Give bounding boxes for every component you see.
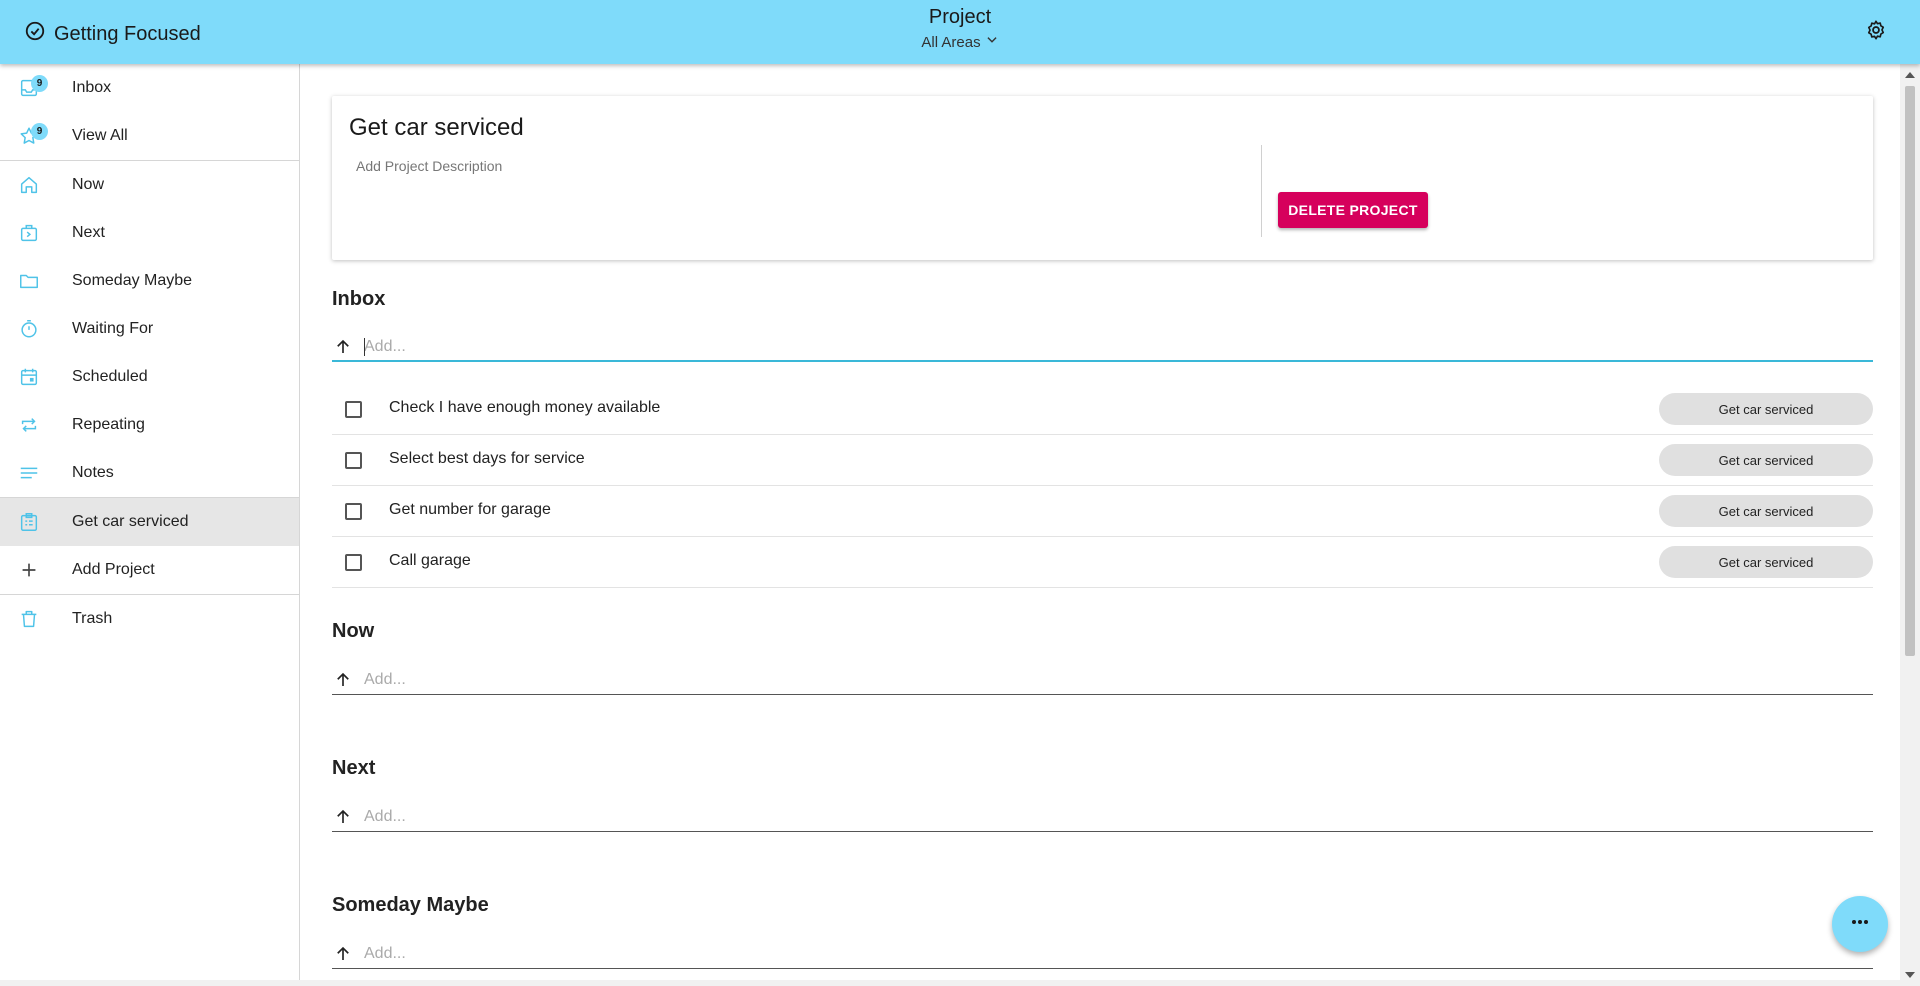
task-project-chip[interactable]: Get car serviced bbox=[1659, 393, 1873, 425]
sidebar-item-repeating[interactable]: Repeating bbox=[0, 401, 299, 449]
sidebar-item-inbox[interactable]: 9 Inbox bbox=[0, 64, 299, 112]
sidebar-item-label: Get car serviced bbox=[72, 513, 189, 530]
next-box-icon bbox=[18, 222, 40, 244]
task-checkbox[interactable] bbox=[345, 452, 362, 469]
arrow-up-icon[interactable] bbox=[334, 671, 352, 689]
settings-button[interactable] bbox=[1862, 18, 1890, 46]
sidebar-item-label: Notes bbox=[72, 464, 114, 481]
section-title-inbox: Inbox bbox=[332, 288, 386, 310]
sidebar-item-label: Now bbox=[72, 176, 105, 193]
view-all-count-badge: 9 bbox=[31, 123, 48, 140]
timer-icon bbox=[18, 318, 40, 340]
gear-icon bbox=[1865, 19, 1887, 46]
someday-add-row bbox=[332, 939, 1873, 969]
now-add-row bbox=[332, 665, 1873, 695]
sidebar-item-now[interactable]: Now bbox=[0, 161, 299, 209]
project-icon bbox=[18, 511, 40, 533]
arrow-up-icon[interactable] bbox=[334, 945, 352, 963]
task-checkbox[interactable] bbox=[345, 503, 362, 520]
sidebar-item-label: View All bbox=[72, 127, 128, 144]
text-caret bbox=[364, 338, 365, 356]
task-row: Get number for garage Get car serviced bbox=[332, 486, 1873, 537]
sidebar-item-view-all[interactable]: 9 View All bbox=[0, 112, 299, 160]
next-add-row bbox=[332, 802, 1873, 832]
sidebar-item-label: Scheduled bbox=[72, 368, 148, 385]
horizontal-scrollbar bbox=[0, 980, 1920, 986]
section-title-someday-maybe: Someday Maybe bbox=[332, 894, 489, 916]
sidebar-item-label: Someday Maybe bbox=[72, 272, 193, 289]
scroll-down-arrow-icon[interactable] bbox=[1905, 972, 1915, 978]
repeat-icon bbox=[18, 414, 40, 436]
sidebar-item-trash[interactable]: Trash bbox=[0, 595, 299, 643]
project-card: Get car serviced Add Project Description… bbox=[332, 96, 1873, 260]
more-actions-fab[interactable] bbox=[1832, 896, 1888, 952]
section-title-next: Next bbox=[332, 757, 376, 779]
sidebar-item-label: Add Project bbox=[72, 561, 155, 578]
sidebar-item-label: Next bbox=[72, 224, 105, 241]
sidebar-item-waiting-for[interactable]: Waiting For bbox=[0, 305, 299, 353]
project-name[interactable]: Get car serviced bbox=[349, 114, 524, 142]
arrow-up-icon[interactable] bbox=[334, 338, 352, 356]
inbox-count-badge: 9 bbox=[31, 75, 48, 92]
delete-project-button[interactable]: DELETE PROJECT bbox=[1278, 192, 1428, 228]
app-bar: Getting Focused Project All Areas bbox=[0, 0, 1920, 64]
area-filter-label: All Areas bbox=[921, 33, 981, 51]
chevron-down-icon bbox=[985, 33, 999, 51]
task-project-chip[interactable]: Get car serviced bbox=[1659, 444, 1873, 476]
task-text[interactable]: Select best days for service bbox=[389, 450, 585, 468]
arrow-up-icon[interactable] bbox=[334, 808, 352, 826]
title-block: Project All Areas bbox=[0, 6, 1920, 52]
task-project-chip[interactable]: Get car serviced bbox=[1659, 546, 1873, 578]
sidebar-item-label: Waiting For bbox=[72, 320, 154, 337]
scroll-up-arrow-icon[interactable] bbox=[1905, 72, 1915, 78]
sidebar-item-label: Trash bbox=[72, 610, 113, 627]
sidebar-item-next[interactable]: Next bbox=[0, 209, 299, 257]
task-text[interactable]: Call garage bbox=[389, 552, 471, 570]
inbox-add-row bbox=[332, 332, 1873, 362]
sidebar-item-notes[interactable]: Notes bbox=[0, 449, 299, 497]
home-icon bbox=[18, 174, 40, 196]
task-project-chip[interactable]: Get car serviced bbox=[1659, 495, 1873, 527]
trash-icon bbox=[18, 608, 40, 630]
sidebar-item-someday-maybe[interactable]: Someday Maybe bbox=[0, 257, 299, 305]
task-text[interactable]: Check I have enough money available bbox=[389, 399, 660, 417]
section-title-now: Now bbox=[332, 620, 375, 642]
inbox-add-input[interactable] bbox=[364, 336, 1844, 358]
scroll-thumb[interactable] bbox=[1905, 86, 1915, 656]
folder-icon bbox=[18, 270, 40, 292]
sidebar-item-add-project[interactable]: Add Project bbox=[0, 546, 299, 594]
now-add-input[interactable] bbox=[364, 669, 1844, 691]
task-row: Call garage Get car serviced bbox=[332, 537, 1873, 588]
someday-add-input[interactable] bbox=[364, 943, 1844, 965]
task-row: Check I have enough money available Get … bbox=[332, 384, 1873, 435]
project-description-field[interactable]: Add Project Description bbox=[356, 158, 502, 174]
page-title: Project bbox=[928, 6, 992, 28]
plus-icon bbox=[18, 559, 40, 581]
calendar-icon bbox=[18, 366, 40, 388]
sidebar-item-label: Inbox bbox=[72, 79, 112, 96]
area-filter-select[interactable]: All Areas bbox=[921, 33, 998, 51]
card-divider bbox=[1261, 145, 1262, 237]
sidebar-item-label: Repeating bbox=[72, 416, 145, 433]
notes-icon bbox=[18, 462, 40, 484]
sidebar-item-project-get-car-serviced[interactable]: Get car serviced bbox=[0, 498, 299, 546]
main-content: Get car serviced Add Project Description… bbox=[301, 64, 1900, 986]
task-checkbox[interactable] bbox=[345, 401, 362, 418]
more-horizontal-icon bbox=[1848, 910, 1872, 939]
next-add-input[interactable] bbox=[364, 806, 1844, 828]
scrollbar[interactable] bbox=[1900, 64, 1920, 986]
sidebar: 9 Inbox 9 View All Now Next Someday Mayb… bbox=[0, 64, 300, 986]
task-row: Select best days for service Get car ser… bbox=[332, 435, 1873, 486]
task-text[interactable]: Get number for garage bbox=[389, 501, 551, 519]
task-checkbox[interactable] bbox=[345, 554, 362, 571]
sidebar-item-scheduled[interactable]: Scheduled bbox=[0, 353, 299, 401]
